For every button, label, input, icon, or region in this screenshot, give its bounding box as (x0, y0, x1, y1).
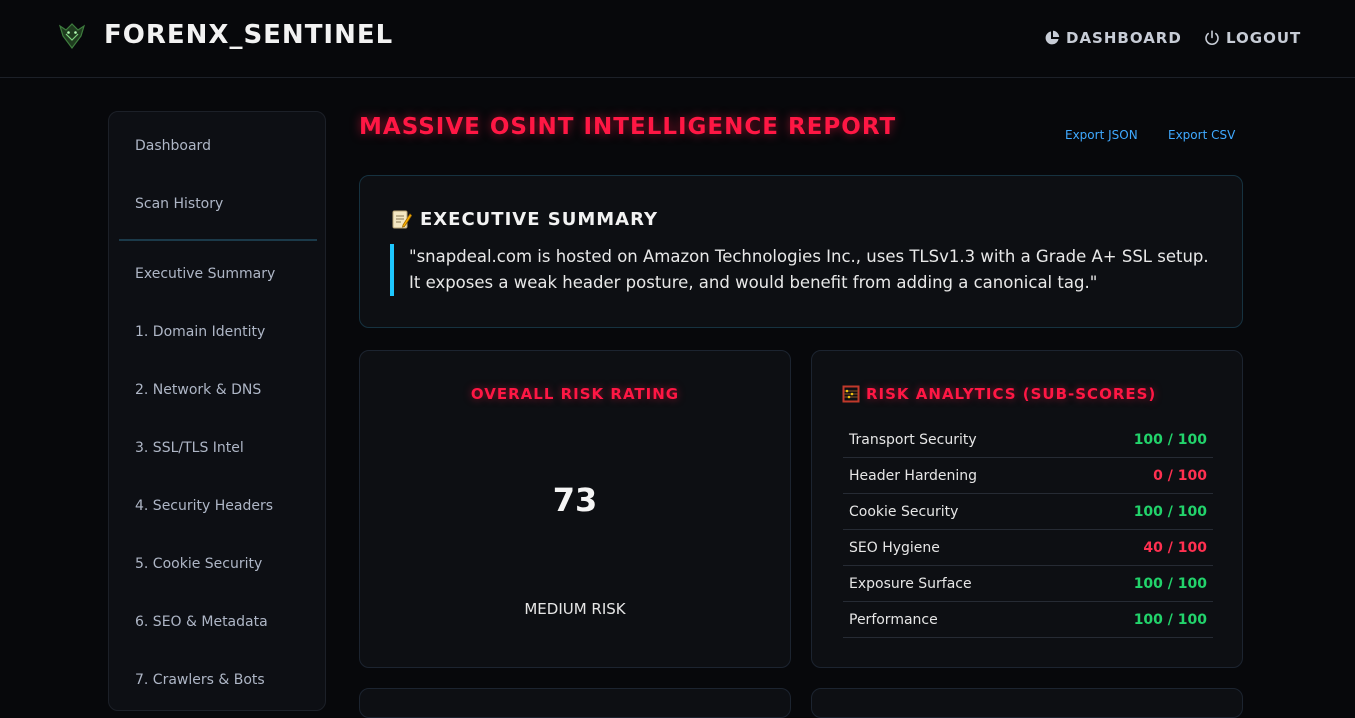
sub-score-row: Performance 100 / 100 (843, 602, 1213, 638)
sidebar-item-network-dns[interactable]: 2. Network & DNS (135, 382, 261, 398)
risk-level: MEDIUM RISK (524, 600, 626, 618)
sub-score-row: Cookie Security 100 / 100 (843, 494, 1213, 530)
sub-score-value: 0 / 100 (1153, 467, 1207, 484)
export-json-link[interactable]: Export JSON (1065, 128, 1138, 142)
sidebar-item-security-headers[interactable]: 4. Security Headers (135, 498, 273, 514)
memo-icon (392, 210, 412, 229)
sub-score-value: 100 / 100 (1133, 503, 1207, 520)
sub-score-table: Transport Security 100 / 100 Header Hard… (843, 422, 1213, 638)
sub-score-row: Exposure Surface 100 / 100 (843, 566, 1213, 602)
sidebar-item-dashboard[interactable]: Dashboard (135, 138, 211, 154)
nav-dashboard-label: DASHBOARD (1066, 29, 1182, 47)
brand-name[interactable]: FORENX_SENTINEL (104, 20, 393, 50)
sub-score-row: Header Hardening 0 / 100 (843, 458, 1213, 494)
sub-score-value: 100 / 100 (1133, 611, 1207, 628)
sub-score-value: 100 / 100 (1133, 431, 1207, 448)
sidebar-item-crawlers-bots[interactable]: 7. Crawlers & Bots (135, 672, 265, 688)
nav-logout-label: LOGOUT (1226, 29, 1302, 47)
sub-score-row: Transport Security 100 / 100 (843, 422, 1213, 458)
sidebar-item-ssl-tls[interactable]: 3. SSL/TLS Intel (135, 440, 244, 456)
next-card-right (811, 688, 1243, 718)
executive-summary-heading: EXECUTIVE SUMMARY (390, 208, 658, 230)
risk-analytics-heading-text: RISK ANALYTICS (SUB-SCORES) (866, 385, 1157, 403)
sidebar-divider (119, 239, 317, 241)
report-title: MASSIVE OSINT INTELLIGENCE REPORT (359, 114, 897, 140)
sidebar-item-cookie-security[interactable]: 5. Cookie Security (135, 556, 262, 572)
top-bar: FORENX_SENTINEL DASHBOARD LOGOUT (0, 0, 1355, 78)
sidebar-item-seo-metadata[interactable]: 6. SEO & Metadata (135, 614, 268, 630)
sub-score-label: SEO Hygiene (849, 539, 940, 556)
executive-summary-heading-text: EXECUTIVE SUMMARY (420, 208, 659, 230)
sub-score-value: 100 / 100 (1133, 575, 1207, 592)
sub-score-label: Exposure Surface (849, 575, 972, 592)
sub-score-label: Cookie Security (849, 503, 959, 520)
sidebar-item-scan-history[interactable]: Scan History (135, 196, 223, 212)
executive-summary-text: "snapdeal.com is hosted on Amazon Techno… (390, 244, 1210, 296)
sidebar: Dashboard Scan History Executive Summary… (108, 111, 326, 711)
risk-score: 73 (552, 481, 598, 519)
risk-rating-card: OVERALL RISK RATING 73 MEDIUM RISK (359, 350, 791, 668)
power-icon (1205, 30, 1219, 45)
sub-score-value: 40 / 100 (1143, 539, 1207, 556)
sub-score-label: Performance (849, 611, 938, 628)
export-csv-link[interactable]: Export CSV (1168, 128, 1235, 142)
nav-logout-link[interactable]: LOGOUT (1204, 27, 1301, 49)
nav-dashboard-link[interactable]: DASHBOARD (1044, 27, 1182, 49)
next-card-left (359, 688, 791, 718)
brand-logo-icon[interactable] (56, 20, 88, 52)
sidebar-item-domain-identity[interactable]: 1. Domain Identity (135, 324, 265, 340)
risk-analytics-card: RISK ANALYTICS (SUB-SCORES) Transport Se… (811, 350, 1243, 668)
executive-summary-card: EXECUTIVE SUMMARY "snapdeal.com is hoste… (359, 175, 1243, 328)
sub-score-row: SEO Hygiene 40 / 100 (843, 530, 1213, 566)
sub-score-label: Header Hardening (849, 467, 978, 484)
abacus-icon (842, 385, 860, 403)
risk-analytics-heading: RISK ANALYTICS (SUB-SCORES) (842, 385, 1156, 403)
sidebar-item-executive-summary[interactable]: Executive Summary (135, 266, 275, 282)
risk-rating-heading: OVERALL RISK RATING (470, 385, 680, 403)
sub-score-label: Transport Security (849, 431, 977, 448)
pie-chart-icon (1045, 30, 1060, 45)
